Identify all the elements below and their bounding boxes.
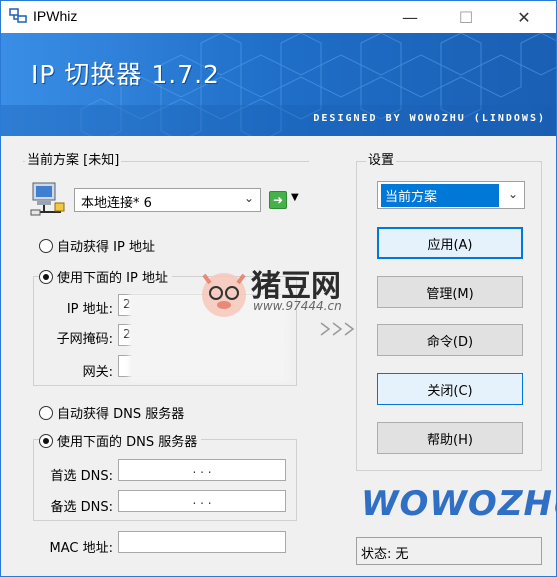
auto-dns-radio[interactable]: 自动获得 DNS 服务器: [39, 403, 189, 422]
close-window-button[interactable]: ✕: [501, 1, 547, 33]
manage-button[interactable]: 管理(M): [377, 276, 523, 308]
status-bar: 状态: 无: [356, 537, 542, 565]
apply-button[interactable]: 应用(A): [377, 227, 523, 259]
settings-group-label: 设置: [366, 149, 397, 168]
window-title: IPWhiz: [33, 8, 78, 24]
close-button[interactable]: 关闭(C): [377, 373, 523, 405]
adapter-select-value: 本地连接* 6: [81, 196, 152, 211]
scheme-select-value: 当前方案: [381, 184, 499, 207]
chevron-down-icon: ⌄: [243, 191, 254, 205]
manual-dns-label: 使用下面的 DNS 服务器: [57, 435, 198, 450]
manual-ip-radio[interactable]: 使用下面的 IP 地址: [39, 267, 172, 286]
minimize-button[interactable]: —: [387, 1, 433, 33]
network-adapter-icon: [30, 182, 65, 216]
gateway-label: 网关:: [82, 365, 113, 380]
preferred-dns-field[interactable]: . . .: [118, 459, 286, 481]
alternate-dns-field[interactable]: . . .: [118, 490, 286, 512]
auto-ip-radio[interactable]: 自动获得 IP 地址: [39, 236, 159, 255]
alternate-dns-label: 备选 DNS:: [50, 500, 114, 515]
watermark-url: www.97444.cn: [253, 299, 342, 313]
wowozhu-logo: WOWOZHU: [361, 484, 557, 524]
mac-address-field[interactable]: [118, 531, 286, 553]
preferred-dns-label: 首选 DNS:: [50, 469, 114, 484]
radio-dot[interactable]: [39, 405, 53, 420]
auto-ip-label: 自动获得 IP 地址: [57, 240, 155, 255]
subnet-mask-label: 子网掩码:: [56, 332, 113, 347]
profile-group-label: 当前方案 [未知]: [25, 149, 122, 168]
chevron-down-icon: ⌄: [507, 187, 518, 201]
manual-dns-radio[interactable]: 使用下面的 DNS 服务器: [39, 431, 202, 450]
command-button[interactable]: 命令(D): [377, 324, 523, 356]
scheme-select[interactable]: 当前方案 ⌄: [377, 181, 525, 209]
mac-address-label: MAC 地址:: [49, 541, 113, 556]
designer-credit: DESIGNED BY WOWOZHU (LINDOWS): [313, 113, 546, 124]
network-app-icon: [9, 8, 27, 23]
arrow-right-icon[interactable]: ➜: [269, 191, 287, 209]
adapter-select[interactable]: 本地连接* 6 ⌄: [74, 188, 261, 212]
app-window: IPWhiz — ☐ ✕ IP 切换器 1.7.2 DESIGNED BY WO…: [0, 0, 557, 577]
auto-dns-label: 自动获得 DNS 服务器: [57, 407, 185, 422]
radio-dot[interactable]: [39, 238, 53, 253]
help-button[interactable]: 帮助(H): [377, 422, 523, 454]
ip-address-label: IP 地址:: [66, 302, 113, 317]
radio-dot-selected[interactable]: [39, 269, 53, 284]
radio-dot-selected[interactable]: [39, 433, 53, 448]
title-bar[interactable]: IPWhiz — ☐ ✕: [1, 1, 556, 33]
header-banner: IP 切换器 1.7.2 DESIGNED BY WOWOZHU (LINDOW…: [1, 33, 556, 136]
maximize-button[interactable]: ☐: [443, 1, 489, 33]
caret-down-icon[interactable]: ▼: [291, 192, 299, 203]
app-banner-title: IP 切换器 1.7.2: [31, 60, 220, 89]
manual-ip-label: 使用下面的 IP 地址: [57, 271, 168, 286]
